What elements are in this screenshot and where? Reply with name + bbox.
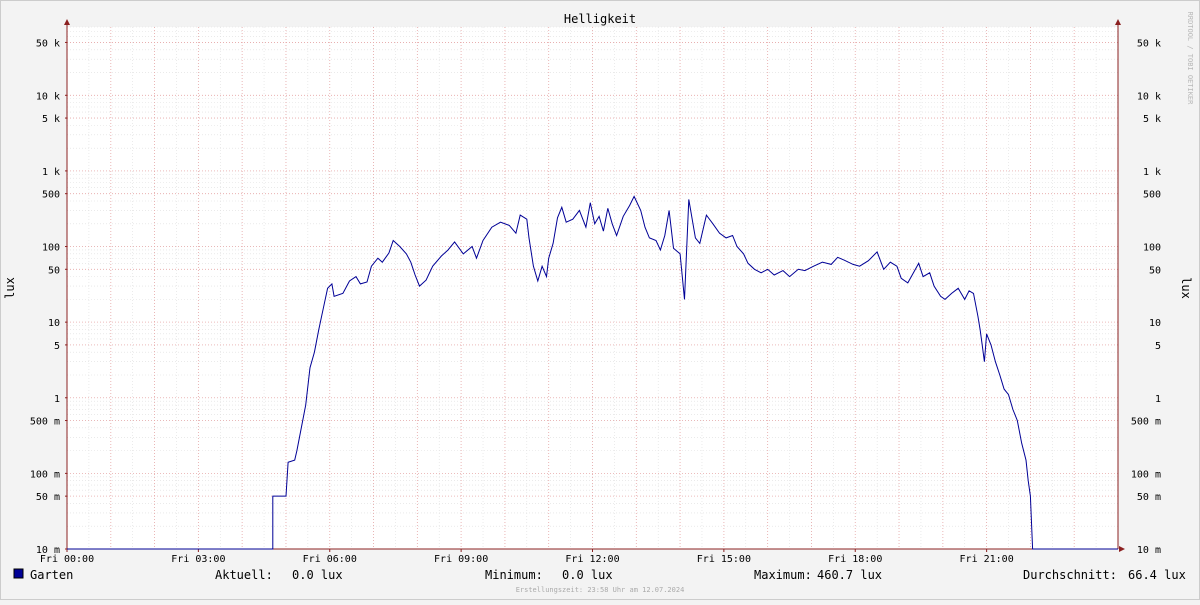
y-tick-label-right: 50 m xyxy=(1137,492,1161,503)
y-tick-label-right: 100 m xyxy=(1131,469,1161,480)
x-tick-label: Fri 06:00 xyxy=(303,554,357,565)
legend-min-label: Minimum: xyxy=(485,568,543,582)
y-tick-label-right: 10 xyxy=(1149,318,1161,329)
y-tick-label-right: 500 xyxy=(1143,190,1161,201)
y-tick-label-right: 50 xyxy=(1149,265,1161,276)
legend-avg-value: 66.4 lux xyxy=(1128,568,1186,582)
y-tick-label-right: 500 m xyxy=(1131,417,1161,428)
y-tick-label-right: 50 k xyxy=(1137,38,1161,49)
x-tick-label: Fri 15:00 xyxy=(697,554,751,565)
y-tick-label-left: 500 xyxy=(42,190,60,201)
legend-current-label: Aktuell: xyxy=(215,568,273,582)
creation-timestamp: Erstellungszeit: 23:58 Uhr am 12.07.2024 xyxy=(516,586,685,594)
y-tick-label-right: 5 xyxy=(1155,341,1161,352)
brightness-chart: 50 k 50 k10 k 10 k5 k5 k1 k1 k500 500100 100… xyxy=(0,0,1200,600)
y-axis-label-left: lux xyxy=(3,277,17,299)
y-tick-label-right: 10 k xyxy=(1137,91,1161,102)
y-tick-label-right: 1 k xyxy=(1143,167,1161,178)
legend-avg-label: Durchschnitt: xyxy=(1023,568,1117,582)
y-tick-label-right: 5 k xyxy=(1143,114,1161,125)
y-tick-label-right: 1 xyxy=(1155,394,1161,405)
y-tick-label-left: 500 m xyxy=(30,417,60,428)
x-tick-label: Fri 00:00 xyxy=(40,554,94,565)
legend-max-value: 460.7 lux xyxy=(817,568,882,582)
legend-series-name: Garten xyxy=(30,568,73,582)
chart-container: 50 k 50 k 10 k 10 k5 k5 k1 k1 k 500 500 100 100… xyxy=(0,0,1200,600)
y-tick-label-left: 1 xyxy=(54,394,60,405)
y-tick-label-left: 50 m xyxy=(36,492,60,503)
chart-title: Helligkeit xyxy=(564,12,636,26)
y-tick-label-left: 50 xyxy=(48,265,60,276)
y-tick-label-left: 10 k xyxy=(36,91,60,102)
legend-swatch xyxy=(13,568,24,579)
y-tick-label-right: 100 xyxy=(1143,243,1161,254)
legend-current-value: 0.0 lux xyxy=(292,568,343,582)
x-tick-label: Fri 03:00 xyxy=(171,554,225,565)
x-tick-label: Fri 09:00 xyxy=(434,554,488,565)
x-tick-label: Fri 21:00 xyxy=(960,554,1014,565)
x-tick-label: Fri 18:00 xyxy=(828,554,882,565)
y-axis-label-right: lux xyxy=(1179,277,1193,299)
legend-min-value: 0.0 lux xyxy=(562,568,613,582)
y-tick-label-right: 10 m xyxy=(1137,545,1161,556)
y-tick-label-left: 1 k xyxy=(42,167,60,178)
legend-max-label: Maximum: xyxy=(754,568,812,582)
y-tick-label-left: 5 k xyxy=(42,114,60,125)
y-tick-label-left: 100 m xyxy=(30,469,60,480)
y-tick-label-left: 100 xyxy=(42,243,60,254)
y-tick-label-left: 5 xyxy=(54,341,60,352)
y-tick-label-left: 10 xyxy=(48,318,60,329)
y-tick-label-left: 50 k xyxy=(36,38,60,49)
rrdtool-watermark: RRDTOOL / TOBI OETIKER xyxy=(1186,12,1194,106)
x-tick-label: Fri 12:00 xyxy=(565,554,619,565)
